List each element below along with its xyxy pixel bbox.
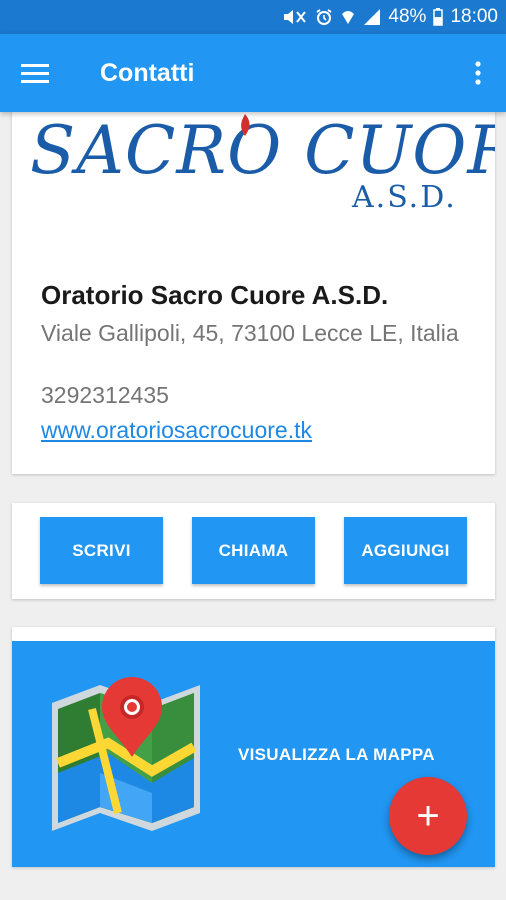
battery-icon bbox=[433, 8, 444, 26]
page-title: Contatti bbox=[100, 58, 195, 87]
contact-address[interactable]: Viale Gallipoli, 45, 73100 Lecce LE, Ita… bbox=[41, 318, 461, 349]
logo-subtext: A.S.D. bbox=[352, 180, 457, 215]
mute-icon bbox=[282, 8, 308, 26]
add-fab-button[interactable]: + bbox=[389, 777, 467, 855]
more-vert-icon[interactable] bbox=[450, 34, 506, 112]
hamburger-menu-icon[interactable] bbox=[0, 34, 70, 112]
alarm-icon bbox=[315, 8, 333, 26]
status-bar: 48% 18:00 bbox=[0, 0, 506, 34]
view-map-label: VISUALIZZA LA MAPPA bbox=[238, 745, 435, 764]
write-button[interactable]: SCRIVI bbox=[40, 517, 163, 584]
signal-icon bbox=[363, 8, 381, 26]
contact-name: Oratorio Sacro Cuore A.S.D. bbox=[41, 280, 389, 310]
map-card-top-strip bbox=[12, 627, 495, 641]
add-icon: + bbox=[416, 793, 440, 838]
contact-phone[interactable]: 3292312435 bbox=[41, 382, 169, 409]
wifi-icon bbox=[340, 8, 356, 26]
map-pin-icon bbox=[52, 677, 200, 831]
logo-text: SACRO CUORE bbox=[30, 112, 495, 189]
app-bar: Contatti bbox=[0, 34, 506, 112]
actions-card: SCRIVI CHIAMA AGGIUNGI bbox=[12, 503, 495, 599]
contact-website-link[interactable]: www.oratoriosacrocuore.tk bbox=[41, 417, 312, 444]
clock: 18:00 bbox=[450, 6, 498, 27]
add-contact-button[interactable]: AGGIUNGI bbox=[344, 517, 467, 584]
call-button[interactable]: CHIAMA bbox=[192, 517, 315, 584]
club-logo: SACRO CUORE A.S.D. bbox=[12, 110, 495, 230]
flame-icon bbox=[241, 114, 250, 136]
contact-card: SACRO CUORE A.S.D. Oratorio Sacro Cuore … bbox=[12, 90, 495, 474]
battery-percent: 48% bbox=[388, 6, 427, 27]
